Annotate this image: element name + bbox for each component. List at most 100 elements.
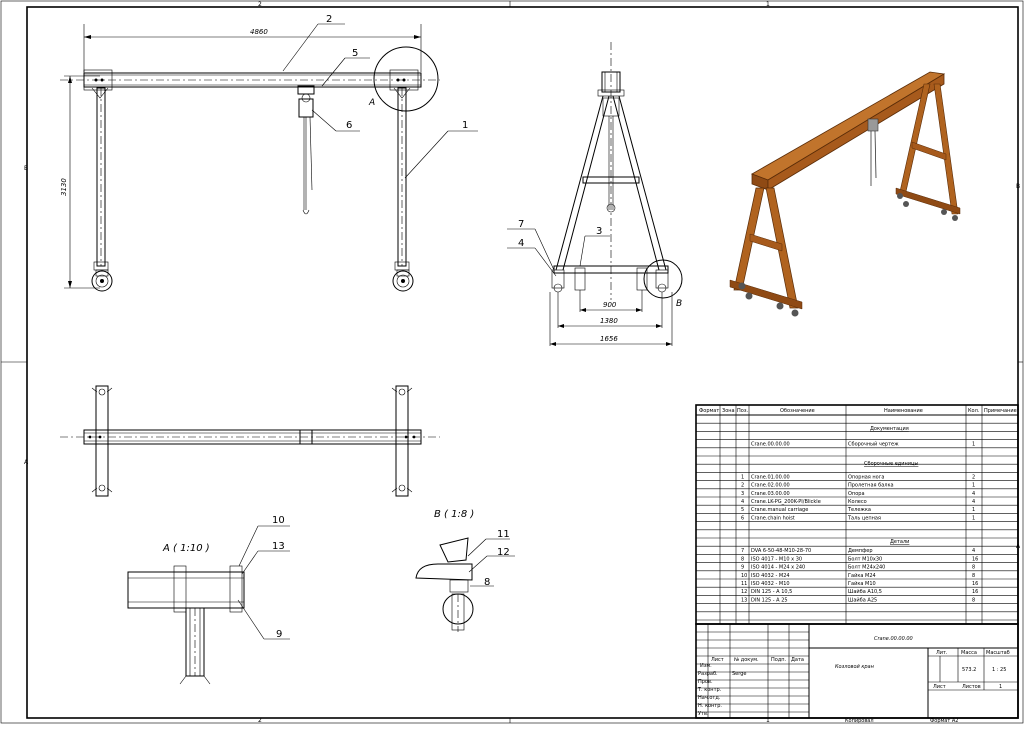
spec-header-designation: Обозначение [780,408,815,414]
spec-row-qty: 8 [972,565,975,571]
zone-bottom-2: 2 [258,717,262,724]
spec-header-zone: Зона [722,408,735,414]
title-lit-label: Лит. [936,650,948,656]
spec-row-designation: Crane.03.00.00 [751,491,790,497]
dim-height: 3130 [60,178,68,196]
dim-1656: 1656 [600,335,618,343]
spec-row-qty: 16 [972,581,978,587]
spec-row-qty: 8 [972,597,975,603]
spec-row-qty: 16 [972,556,978,562]
tb-label-docnum: № докум. [734,657,759,663]
tb-role-head: Нач.отд. [698,695,721,701]
spec-header-qty: Кол. [968,408,980,414]
spec-row-name: Гайка M10 [848,580,876,587]
spec-row-pos: 3 [741,491,744,497]
spec-header-format: Формат [699,408,719,414]
spec-row-designation: Crane.00.00.00 [751,442,790,448]
spec-row-designation: DIN 125 - A 10,5 [751,589,792,595]
spec-row-name: Болт M24x240 [848,565,885,571]
spec-row-name: Опорная нога [848,474,884,480]
zone-left-a: A [24,459,29,466]
spec-header-note: Примечание [984,408,1017,414]
spec-row-designation: Crane.02.00.00 [751,483,790,489]
tb-label-sign: Подп. [771,657,787,663]
spec-row-pos: 11 [741,581,747,587]
spec-row-name: Опора [848,491,865,497]
tb-role-ncontrol: Н. контр. [698,703,722,709]
spec-row-qty: 2 [972,474,975,480]
front-view: 4860 3130 A 2 5 6 1 [60,14,478,292]
title-sheet-label: Лист [933,684,946,690]
title-scale-label: Масштаб [986,650,1010,656]
spec-row-qty: 16 [972,589,978,595]
spec-row-name: Болт M10x30 [848,556,882,562]
dim-1380: 1380 [600,317,618,325]
spec-row-name: Шайба A10,5 [848,588,882,595]
spec-section-details: Детали [890,539,909,545]
tb-role-tcontrol: Т. контр. [697,687,722,693]
zone-left-b: B [24,165,28,172]
spec-header-name: Наименование [884,408,923,414]
spec-row-qty: 4 [972,499,975,505]
callout-3: 3 [596,226,602,237]
spec-row-pos: 7 [741,548,744,554]
side-view: B 900 1380 1656 7 4 3 [507,42,683,346]
spec-row-name: Таль цепная [847,515,881,521]
callout-12: 12 [497,547,510,558]
spec-row-pos: 4 [741,499,744,505]
spec-section-documentation: Документация [870,426,909,432]
callout-4: 4 [518,238,524,249]
dim-width: 4860 [250,28,268,36]
detail-a: A ( 1:10 ) 10 13 9 [127,515,290,685]
callout-2: 2 [326,14,332,25]
side-detail-label-b: B [676,299,682,309]
spec-row-name: Демпфер [848,548,873,554]
spec-row-designation: ISO 4032 - M24 [751,573,790,579]
spec-row-qty: 1 [972,507,975,513]
spec-row-pos: 13 [741,597,747,603]
title-mass-label: Масса [961,650,977,656]
callout-6: 6 [346,120,352,131]
spec-row-qty: 4 [972,491,975,497]
spec-row-name: Шайба A25 [848,596,877,603]
specification-table: Формат Зона Поз. Обозначение Наименовани… [695,404,1019,625]
callout-13: 13 [272,541,285,552]
callout-1: 1 [462,120,468,131]
spec-row-name: Сборочный чертеж [848,441,899,448]
spec-row-designation: DVA 6-50-48-M10-28-70 [751,548,811,554]
tb-label-list: Лист [711,657,724,663]
detail-a-title: A ( 1:10 ) [162,543,210,554]
title-sheets-label: Листов [962,684,981,690]
tb-role-checker: Пров. [698,679,713,685]
title-mass-value: 573.2 [962,667,976,673]
spec-row-designation: Crane.manual carriage [751,507,808,513]
spec-row-qty: 8 [972,573,975,579]
spec-row-pos: 5 [741,507,744,513]
detail-b: B ( 1:8 ) 11 12 8 [415,509,515,632]
spec-row-pos: 2 [741,483,744,489]
spec-row-pos: 6 [741,515,744,521]
spec-row-designation: Crane.01.00.00 [751,474,790,480]
callout-10: 10 [272,515,285,526]
spec-row-pos: 12 [741,589,747,595]
iso-view-3d [729,71,961,317]
spec-row-name: Пролетная балка [848,483,894,489]
zone-right-b: B [1016,183,1020,190]
title-product-name: Козловой кран [835,664,875,670]
spec-row-qty: 1 [972,515,975,521]
title-block: Crane.00.00.00 Козловой кран Лит. Масса … [695,623,1019,724]
spec-row-pos: 10 [741,573,747,579]
spec-row-designation: Crane.chain hoist [751,515,795,521]
tb-developer-name: Serge [732,671,746,677]
tb-format: Формат A2 [930,718,958,724]
detail-b-title: B ( 1:8 ) [434,509,474,520]
spec-row-designation: Crane.LK-PG_200K-PI/Blickle [751,499,821,505]
callout-8: 8 [484,577,490,588]
zone-top-1: 1 [766,1,770,8]
spec-row-qty: 4 [972,548,975,554]
tb-role-approved: Утв. [698,711,709,717]
callout-11: 11 [497,529,510,540]
spec-row-pos: 9 [741,565,744,571]
dim-900: 900 [603,301,617,309]
callout-5: 5 [352,48,358,59]
